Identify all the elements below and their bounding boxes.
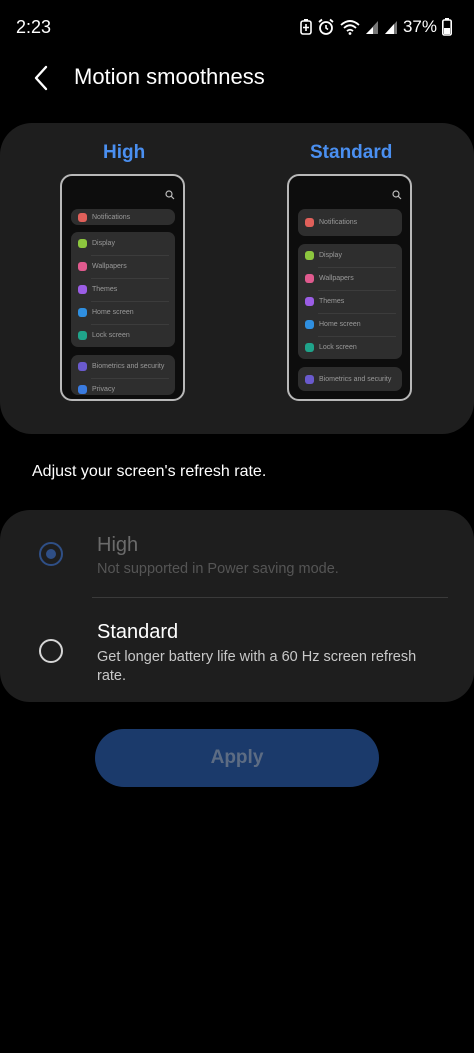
back-button[interactable] [28, 62, 56, 94]
radio-standard[interactable] [39, 639, 63, 663]
preview-group-notifications: Notifications [298, 209, 402, 236]
search-icon [392, 190, 402, 200]
page-title: Motion smoothness [74, 64, 265, 89]
preview-row: Wallpapers [71, 255, 175, 278]
preview-row: Biometrics and security [71, 355, 175, 378]
preview-row: Lock screen [71, 324, 175, 347]
preview-group-security: Biometrics and security Privacy [71, 355, 175, 395]
preview-row: Privacy [71, 378, 175, 395]
option-standard[interactable]: Standard Get longer battery life with a … [0, 598, 474, 702]
biometrics-icon [78, 362, 87, 371]
chevron-left-icon [34, 65, 48, 91]
search-icon [165, 190, 175, 200]
preview-group-notifications: Notifications [71, 209, 175, 225]
preview-row: Home screen [71, 301, 175, 324]
radio-high[interactable] [39, 542, 63, 566]
battery-saver-icon [300, 19, 312, 35]
preview-row: Themes [298, 290, 402, 313]
preview-row: Themes [71, 278, 175, 301]
status-icons: 37% [300, 17, 452, 37]
wallpapers-icon [78, 262, 87, 271]
preview-row: Home screen [298, 313, 402, 336]
refresh-rate-options: High Not supported in Power saving mode.… [0, 510, 474, 702]
description-text: Adjust your screen's refresh rate. [32, 463, 267, 480]
wallpapers-icon [305, 274, 314, 283]
display-icon [78, 239, 87, 248]
status-bar: 2:23 37% [0, 0, 474, 56]
biometrics-icon [305, 374, 314, 384]
preview-row: Display [71, 232, 175, 255]
preview-row: Display [298, 244, 402, 267]
lock-screen-icon [78, 331, 87, 340]
preview-phone-standard: Notifications Display Wallpapers Themes … [287, 174, 412, 401]
preview-label-standard: Standard [310, 142, 393, 163]
home-screen-icon [78, 308, 87, 317]
option-high-subtitle: Not supported in Power saving mode. [97, 561, 339, 577]
preview-row: Notifications [298, 209, 402, 236]
notifications-icon [305, 218, 314, 227]
refresh-rate-preview: High Standard Notifications Display Wall… [0, 123, 474, 434]
preview-row: Notifications [71, 209, 175, 225]
signal-icon-2 [384, 21, 397, 34]
battery-icon [442, 18, 452, 36]
battery-percent: 37% [402, 17, 437, 36]
preview-phone-high: Notifications Display Wallpapers Themes … [60, 174, 185, 401]
preview-group-display: Display Wallpapers Themes Home screen Lo… [71, 232, 175, 347]
option-high-title: High [97, 534, 139, 556]
display-icon [305, 251, 314, 260]
themes-icon [305, 297, 314, 306]
preview-label-high: High [103, 142, 146, 163]
alarm-icon [318, 18, 334, 35]
home-screen-icon [305, 320, 314, 329]
apply-button[interactable]: Apply [95, 729, 379, 787]
lock-screen-icon [305, 343, 314, 352]
preview-row: Wallpapers [298, 267, 402, 290]
privacy-icon [78, 385, 87, 394]
status-time: 2:23 [16, 17, 52, 37]
notifications-icon [78, 212, 87, 222]
preview-group-display: Display Wallpapers Themes Home screen Lo… [298, 244, 402, 359]
preview-row: Lock screen [298, 336, 402, 359]
wifi-icon [340, 20, 360, 35]
app-header: Motion smoothness [0, 56, 474, 100]
option-standard-subtitle: Get longer battery life with a 60 Hz scr… [97, 649, 417, 684]
option-high[interactable]: High Not supported in Power saving mode. [0, 510, 474, 598]
preview-group-security: Biometrics and security [298, 367, 402, 391]
themes-icon [78, 285, 87, 294]
signal-icon-1 [365, 21, 378, 34]
preview-row: Biometrics and security [298, 367, 402, 391]
option-standard-title: Standard [97, 621, 179, 643]
